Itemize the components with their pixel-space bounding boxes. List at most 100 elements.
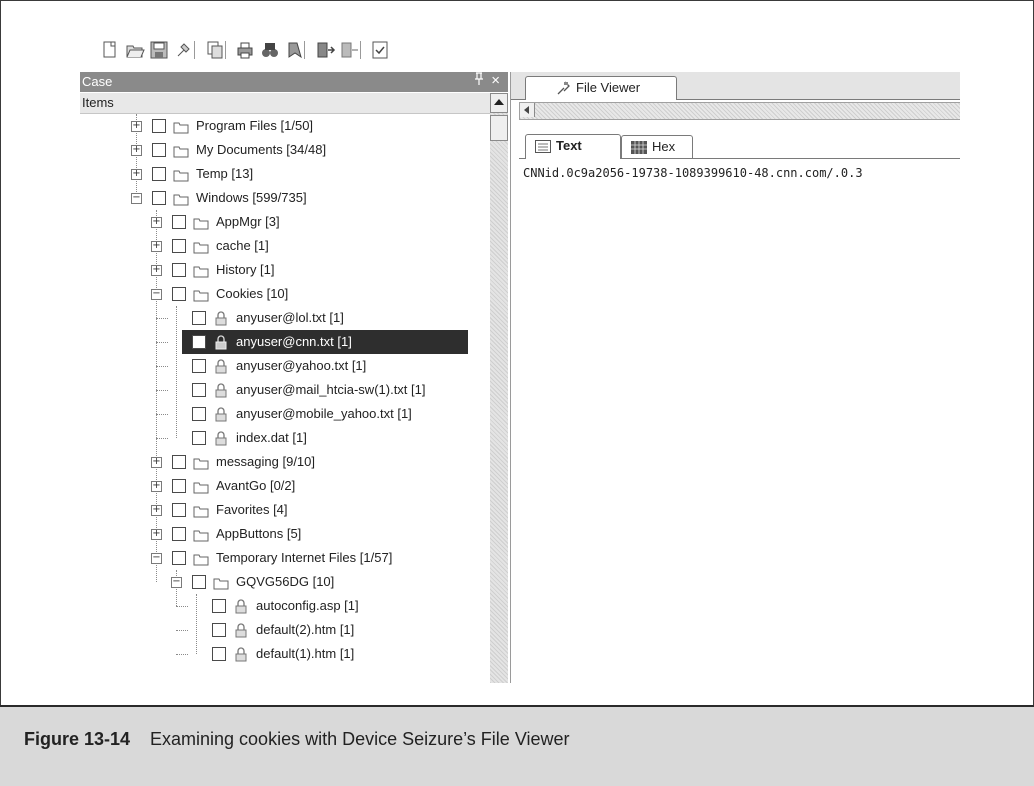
tab-file-viewer[interactable]: File Viewer: [525, 76, 677, 100]
folder-icon: [193, 454, 209, 470]
row-checkbox[interactable]: [172, 551, 186, 565]
copy-icon[interactable]: [205, 40, 225, 60]
text-document-icon: [534, 139, 552, 161]
expand-icon[interactable]: +: [151, 457, 162, 468]
tree-file-row[interactable]: anyuser@mobile_yahoo.txt [1]: [182, 402, 480, 426]
print-icon[interactable]: [235, 40, 255, 60]
row-checkbox[interactable]: [212, 599, 226, 613]
tree-folder-row[interactable]: Cookies [10]: [162, 282, 480, 306]
expand-icon[interactable]: +: [151, 529, 162, 540]
collapse-icon[interactable]: −: [171, 577, 182, 588]
row-checkbox[interactable]: [172, 263, 186, 277]
find-icon[interactable]: [260, 40, 280, 60]
row-checkbox[interactable]: [192, 575, 206, 589]
scroll-up-arrow-icon[interactable]: [490, 93, 508, 113]
open-icon[interactable]: [125, 40, 145, 60]
row-checkbox[interactable]: [192, 383, 206, 397]
tree-guide-line: [176, 630, 188, 631]
row-checkbox[interactable]: [152, 167, 166, 181]
properties-icon[interactable]: [173, 40, 193, 60]
tree-file-row[interactable]: anyuser@lol.txt [1]: [182, 306, 480, 330]
tree-file-row[interactable]: anyuser@mail_htcia-sw(1).txt [1]: [182, 378, 480, 402]
new-icon[interactable]: [100, 40, 120, 60]
tree-folder-row[interactable]: AppButtons [5]: [162, 522, 480, 546]
row-checkbox[interactable]: [172, 479, 186, 493]
tab-text[interactable]: Text: [525, 134, 621, 159]
row-checkbox[interactable]: [152, 143, 166, 157]
folder-icon: [213, 574, 229, 590]
row-checkbox[interactable]: [192, 335, 206, 349]
expand-icon[interactable]: +: [151, 265, 162, 276]
row-checkbox[interactable]: [172, 215, 186, 229]
tree-folder-row[interactable]: Temporary Internet Files [1/57]: [162, 546, 480, 570]
toolbar-separator: [225, 41, 226, 59]
lock-icon: [233, 622, 249, 638]
tree-folder-row[interactable]: Temp [13]: [142, 162, 480, 186]
lock-icon: [213, 310, 229, 326]
tree-file-row[interactable]: anyuser@cnn.txt [1]: [182, 330, 468, 354]
row-checkbox[interactable]: [172, 287, 186, 301]
text-content-area[interactable]: CNNid.0c9a2056-19738-1089399610-48.cnn.c…: [523, 164, 960, 674]
collapse-icon[interactable]: −: [151, 553, 162, 564]
viewer-horizontal-scrollbar[interactable]: [519, 102, 960, 120]
tree-folder-row[interactable]: GQVG56DG [10]: [182, 570, 480, 594]
tree-row-label: index.dat [1]: [236, 430, 307, 445]
tree-file-row[interactable]: default(2).htm [1]: [202, 618, 480, 642]
tree-row-label: anyuser@yahoo.txt [1]: [236, 358, 367, 373]
expand-icon[interactable]: +: [151, 241, 162, 252]
file-viewer-pane: File Viewer Text Hex CNNid.0c9a2056-1973…: [510, 72, 960, 683]
tree-row-label: messaging [9/10]: [216, 454, 316, 469]
row-checkbox[interactable]: [172, 527, 186, 541]
row-checkbox[interactable]: [172, 455, 186, 469]
tree-folder-row[interactable]: messaging [9/10]: [162, 450, 480, 474]
row-checkbox[interactable]: [172, 503, 186, 517]
expand-icon[interactable]: +: [131, 169, 142, 180]
expand-icon[interactable]: +: [131, 121, 142, 132]
save-icon[interactable]: [149, 40, 169, 60]
bookmark-icon[interactable]: [285, 40, 305, 60]
tree-file-row[interactable]: autoconfig.asp [1]: [202, 594, 480, 618]
scroll-left-arrow-icon[interactable]: [520, 103, 535, 117]
tree-file-row[interactable]: default(1).htm [1]: [202, 642, 480, 666]
row-checkbox[interactable]: [212, 647, 226, 661]
folder-icon: [173, 142, 189, 158]
report-icon[interactable]: [370, 40, 390, 60]
tree-file-row[interactable]: index.dat [1]: [182, 426, 480, 450]
expand-icon[interactable]: +: [151, 481, 162, 492]
close-icon[interactable]: ×: [491, 71, 500, 91]
tree-folder-row[interactable]: Program Files [1/50]: [142, 114, 480, 138]
row-checkbox[interactable]: [192, 311, 206, 325]
tree-folder-row[interactable]: cache [1]: [162, 234, 480, 258]
row-checkbox[interactable]: [172, 239, 186, 253]
expand-icon[interactable]: +: [151, 217, 162, 228]
tree-folder-row[interactable]: History [1]: [162, 258, 480, 282]
collapse-icon[interactable]: −: [151, 289, 162, 300]
tree-vertical-scrollbar[interactable]: [490, 93, 508, 683]
scroll-thumb[interactable]: [490, 115, 508, 141]
row-checkbox[interactable]: [192, 407, 206, 421]
tab-hex[interactable]: Hex: [621, 135, 693, 158]
tree-file-row[interactable]: anyuser@yahoo.txt [1]: [182, 354, 480, 378]
pin-icon[interactable]: [474, 72, 484, 92]
items-column-header[interactable]: Items: [80, 93, 490, 114]
tree-folder-row[interactable]: My Documents [34/48]: [142, 138, 480, 162]
toolbar: [80, 33, 960, 71]
expand-icon[interactable]: +: [151, 505, 162, 516]
row-checkbox[interactable]: [192, 359, 206, 373]
row-checkbox[interactable]: [212, 623, 226, 637]
tree-folder-row[interactable]: AvantGo [0/2]: [162, 474, 480, 498]
disconnect-icon[interactable]: [340, 40, 360, 60]
acquire-icon[interactable]: [316, 40, 336, 60]
expand-icon[interactable]: +: [131, 145, 142, 156]
tree-folder-row[interactable]: Windows [599/735]: [142, 186, 480, 210]
collapse-icon[interactable]: −: [131, 193, 142, 204]
row-checkbox[interactable]: [152, 191, 166, 205]
row-checkbox[interactable]: [152, 119, 166, 133]
tree-guide-line: [176, 606, 188, 607]
tree-row-label: Program Files [1/50]: [196, 118, 314, 133]
tree-row-label: AppButtons [5]: [216, 526, 302, 541]
tree-folder-row[interactable]: Favorites [4]: [162, 498, 480, 522]
lock-icon: [213, 334, 229, 350]
row-checkbox[interactable]: [192, 431, 206, 445]
tree-folder-row[interactable]: AppMgr [3]: [162, 210, 480, 234]
